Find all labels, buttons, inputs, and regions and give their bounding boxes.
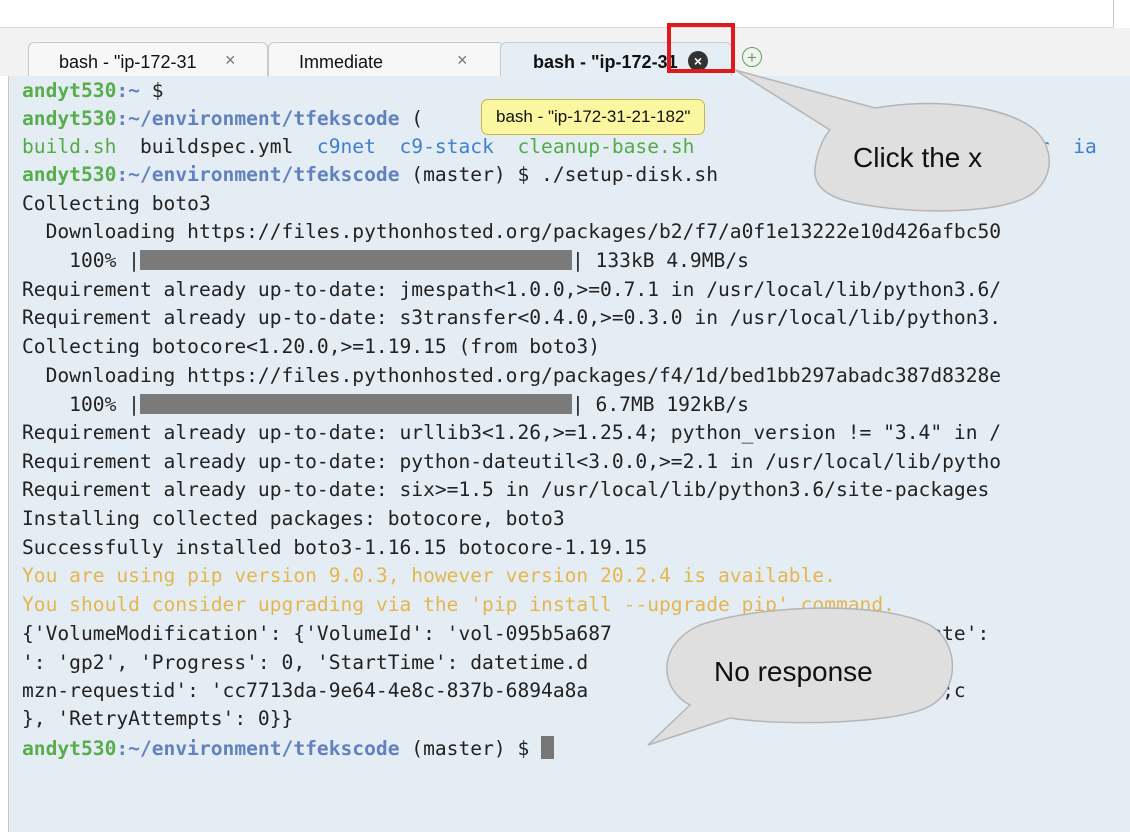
annotation-overlay (647, 69, 1050, 746)
annotation-no-response: No response (714, 656, 873, 687)
annotation-click-x: Click the x (853, 142, 983, 173)
callout-bubble-click (734, 69, 1050, 212)
